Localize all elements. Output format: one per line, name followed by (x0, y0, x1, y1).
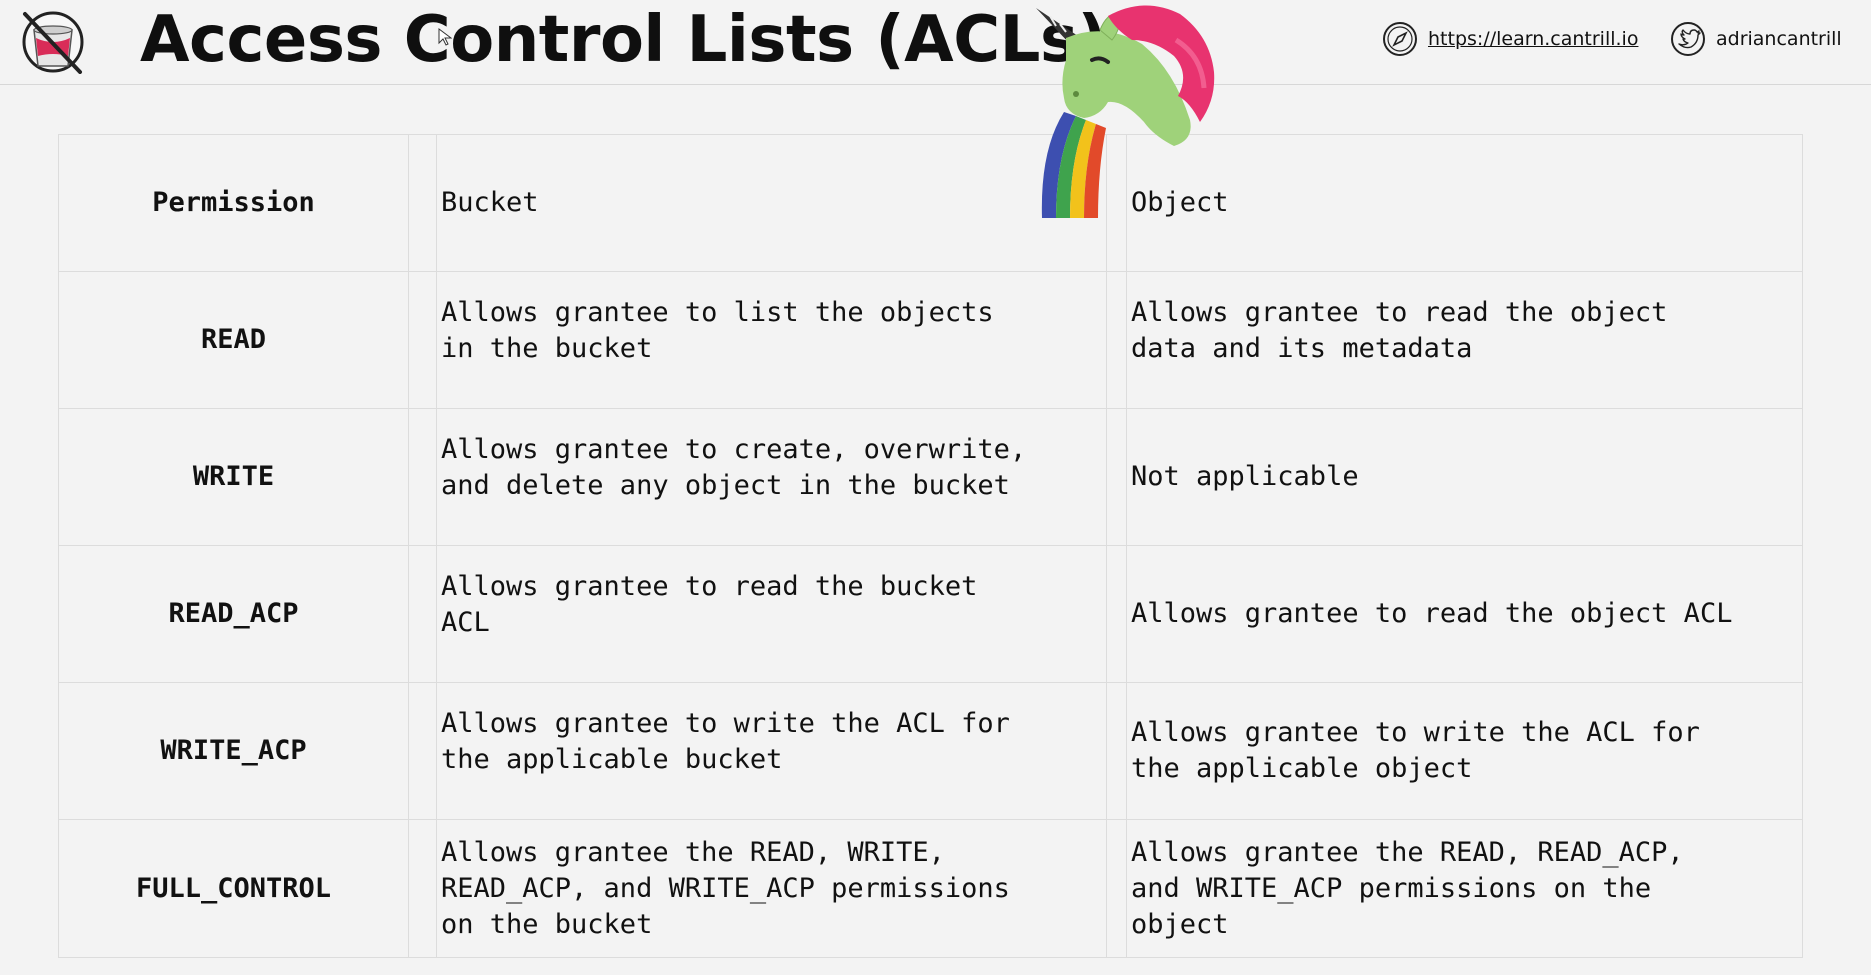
bucket-cell-line: Allows grantee to create, overwrite, (441, 434, 1027, 465)
permission-cell: WRITE_ACP (58, 682, 409, 820)
cursor-icon (438, 28, 452, 46)
column-spacer (408, 134, 437, 272)
table-row: READ Allows grantee to list the objects in… (58, 271, 1803, 409)
column-header-object: Object (1126, 134, 1803, 272)
bucket-cell-line: Allows grantee to write the ACL for (441, 708, 1010, 739)
column-spacer (1106, 408, 1127, 546)
bucket-cell: Allows grantee to write the ACL for the a… (436, 682, 1107, 820)
column-header-permission: Permission (58, 134, 409, 272)
twitter-handle-label[interactable]: adriancantrill (1716, 28, 1842, 50)
header-bar: Access Control Lists (ACLs) https://lear… (0, 0, 1871, 85)
column-spacer (408, 545, 437, 683)
bucket-cell-text: Allows grantee the READ, WRITE, READ_ACP,… (441, 835, 1104, 943)
bucket-cell: Allows grantee to read the bucket ACL (436, 545, 1107, 683)
column-spacer (408, 408, 437, 546)
bucket-cell-line: in the bucket (441, 333, 653, 364)
column-spacer (408, 819, 437, 958)
permission-cell: READ (58, 271, 409, 409)
object-cell-line: Allows grantee to read the object (1131, 297, 1668, 328)
bucket-cell-line: the applicable bucket (441, 744, 783, 775)
column-spacer (408, 271, 437, 409)
column-spacer (1106, 682, 1127, 820)
bucket-cell-line: Allows grantee to read the bucket (441, 571, 978, 602)
object-cell-line: object (1131, 908, 1229, 940)
object-cell: Not applicable (1126, 408, 1803, 546)
table-row: READ_ACP Allows grantee to read the bucke… (58, 545, 1803, 683)
object-cell-line: and WRITE_ACP permissions on the (1131, 872, 1652, 904)
object-cell: Allows grantee to read the object data an… (1126, 271, 1803, 409)
bucket-cell-line: Allows grantee to list the objects (441, 297, 994, 328)
permission-cell: FULL_CONTROL (58, 819, 409, 958)
table-header-row: Permission Bucket Object (58, 134, 1803, 272)
object-cell-line: Not applicable (1131, 461, 1359, 492)
site-link-label[interactable]: https://learn.cantrill.io (1428, 28, 1638, 50)
acl-permissions-table: Permission Bucket Object READ Allows gran… (58, 134, 1803, 958)
unicorn-rainbow-icon (1036, 5, 1215, 218)
object-cell-text: Allows grantee the READ, READ_ACP,and WR… (1131, 835, 1800, 943)
bucket-cell: Allows grantee to create, overwrite, and … (436, 408, 1107, 546)
compass-icon (1383, 22, 1417, 56)
object-cell: Allows grantee to write the ACL for the a… (1126, 682, 1803, 820)
bucket-cell-text: Allows grantee to read the bucket ACL (441, 569, 1104, 641)
table-row: WRITE_ACP Allows grantee to write the ACL… (58, 682, 1803, 820)
column-spacer (408, 682, 437, 820)
column-spacer (1106, 545, 1127, 683)
object-cell-text: Allows grantee to write the ACL for the a… (1131, 715, 1800, 787)
bucket-cell-line: and delete any object in the bucket (441, 470, 1010, 501)
bucket-cell-text: Allows grantee to write the ACL for the a… (441, 706, 1104, 778)
bucket-cell: Allows grantee the READ, WRITE, READ_ACP,… (436, 819, 1107, 958)
object-cell-line: Allows grantee to read the object ACL (1131, 598, 1733, 629)
paint-bucket-logo-icon (22, 11, 84, 74)
object-cell-line: Allows grantee to write the ACL for (1131, 717, 1700, 748)
twitter-link[interactable]: adriancantrill (1670, 20, 1842, 58)
bucket-cell-line: ACL (441, 607, 490, 638)
permission-cell: WRITE (58, 408, 409, 546)
object-cell-line: data and its metadata (1131, 333, 1473, 364)
object-cell-text: Allows grantee to read the object ACL (1131, 596, 1800, 632)
table-row: WRITE Allows grantee to create, overwrite… (58, 408, 1803, 546)
bucket-cell-line: Allows grantee the READ, WRITE, (441, 836, 945, 868)
object-cell-line: the applicable object (1131, 753, 1473, 784)
bucket-cell-text: Allows grantee to create, overwrite, and … (441, 432, 1104, 504)
column-header-object-label: Object (1131, 187, 1229, 218)
object-cell-text: Allows grantee to read the object data an… (1131, 295, 1800, 367)
bucket-cell-line: on the bucket (441, 908, 653, 940)
permission-cell: READ_ACP (58, 545, 409, 683)
bucket-cell-line: READ_ACP, and WRITE_ACP permissions (441, 872, 1010, 904)
bucket-cell: Allows grantee to list the objects in the… (436, 271, 1107, 409)
bucket-cell-text: Allows grantee to list the objects in the… (441, 295, 1104, 367)
object-cell: Allows grantee to read the object ACL (1126, 545, 1803, 683)
column-spacer (1106, 819, 1127, 958)
object-cell-text: Not applicable (1131, 459, 1800, 495)
object-cell-line: Allows grantee the READ, READ_ACP, (1131, 836, 1684, 868)
table-row: FULL_CONTROL Allows grantee the READ, WRI… (58, 819, 1803, 958)
page-title: Access Control Lists (ACLs) (140, 3, 1107, 77)
object-cell: Allows grantee the READ, READ_ACP,and WR… (1126, 819, 1803, 958)
twitter-bird-icon (1671, 22, 1705, 56)
column-spacer (1106, 271, 1127, 409)
site-link[interactable]: https://learn.cantrill.io (1382, 20, 1638, 58)
